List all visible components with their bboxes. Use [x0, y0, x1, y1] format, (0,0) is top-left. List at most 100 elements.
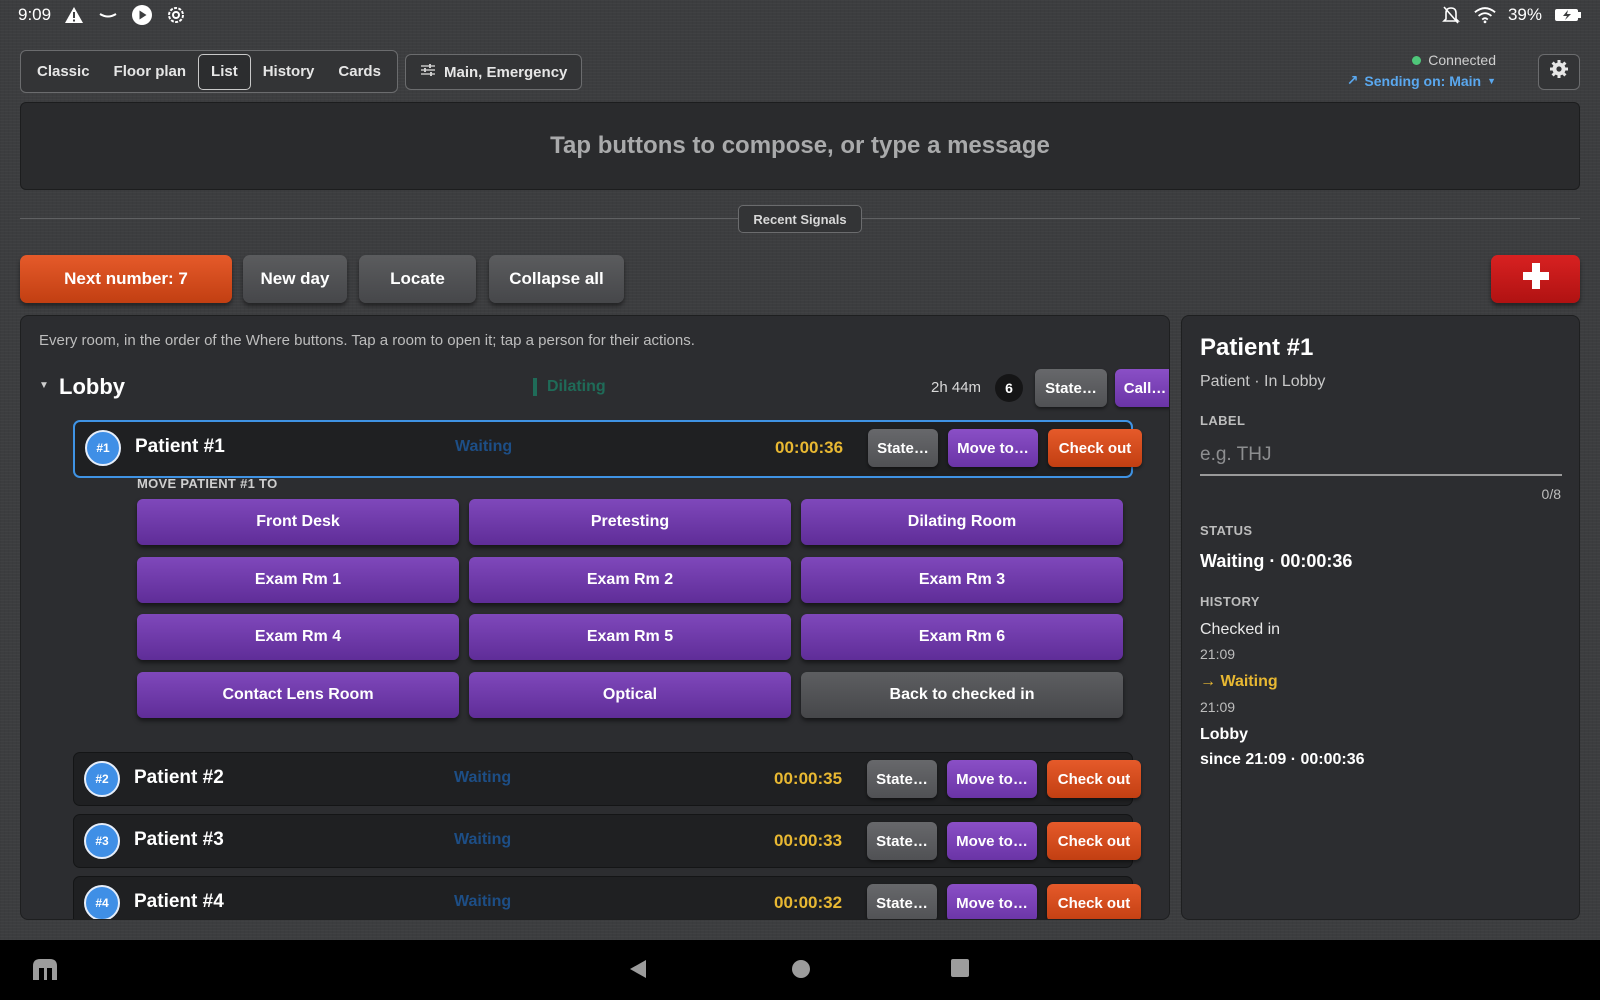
next-number-button[interactable]: Next number: 7 [20, 255, 232, 303]
room-name: Lobby [59, 374, 125, 399]
move-exam-rm-2-button[interactable]: Exam Rm 2 [469, 557, 791, 603]
connection-label: Connected [1428, 52, 1496, 68]
patient-row-1[interactable]: #1 Patient #1 Waiting 00:00:36 State… Mo… [73, 420, 1142, 478]
connected-dot-icon [1412, 55, 1422, 65]
connection-status: Connected ↗ Sending on: Main ▼ [1347, 52, 1496, 89]
patient-row-2[interactable]: #2 Patient #2 Waiting 00:00:35 State… Mo… [73, 752, 1141, 806]
move-exam-rm-3-button[interactable]: Exam Rm 3 [801, 557, 1123, 603]
tab-history[interactable]: History [251, 54, 327, 90]
tab-list[interactable]: List [198, 53, 251, 90]
patient-state: Waiting [454, 769, 512, 786]
move-exam-rm-5-button[interactable]: Exam Rm 5 [469, 614, 791, 660]
app-launcher-icon[interactable] [30, 956, 60, 987]
patient-row-3[interactable]: #3 Patient #3 Waiting 00:00:33 State… Mo… [73, 814, 1141, 868]
move-pretesting-button[interactable]: Pretesting [469, 499, 791, 545]
room-list-panel: Every room, in the order of the Where bu… [20, 315, 1170, 920]
room-call-button[interactable]: Call… [1115, 369, 1169, 407]
room-elapsed: 2h 44m [931, 379, 982, 396]
patient-timer: 00:00:35 [774, 769, 843, 788]
recent-signals-button[interactable]: Recent Signals [738, 205, 862, 233]
back-icon[interactable] [628, 958, 648, 985]
patient-detail-panel: Patient #1 Patient · In Lobby LABEL 0/8 … [1181, 315, 1580, 920]
patient-state-button[interactable]: State… [867, 760, 937, 798]
sending-label: Sending on: Main [1364, 72, 1482, 89]
patient-move-button[interactable]: Move to… [947, 760, 1037, 798]
room-header-lobby[interactable]: ▼ Lobby Dilating 2h 44m 6 State… Call… [39, 366, 1169, 410]
compose-area[interactable]: Tap buttons to compose, or type a messag… [20, 102, 1580, 190]
patient-name: Patient #2 [134, 767, 224, 788]
patient-move-button[interactable]: Move to… [947, 884, 1037, 919]
move-exam-rm-4-button[interactable]: Exam Rm 4 [137, 614, 459, 660]
label-input[interactable] [1200, 436, 1562, 476]
home-icon[interactable] [790, 958, 812, 985]
history-checked-in: Checked in [1200, 621, 1281, 638]
patient-timer: 00:00:32 [774, 893, 843, 912]
patient-state: Waiting [454, 831, 512, 848]
patient-number-badge: #3 [84, 823, 120, 859]
collapse-triangle-icon[interactable]: ▼ [39, 380, 49, 391]
battery-percent: 39% [1507, 5, 1542, 24]
warning-icon [63, 4, 85, 26]
navigation-bar [0, 940, 1600, 1000]
move-dilating-room-button[interactable]: Dilating Room [801, 499, 1123, 545]
tab-classic[interactable]: Classic [25, 54, 102, 90]
move-optical-button[interactable]: Optical [469, 672, 791, 718]
history-waiting-time: 21:09 [1200, 699, 1236, 715]
tab-cards[interactable]: Cards [326, 54, 393, 90]
patient-number-badge: #1 [85, 430, 121, 466]
patient-checkout-button[interactable]: Check out [1048, 429, 1142, 467]
patient-state-button[interactable]: State… [867, 822, 937, 860]
gear-icon [1549, 59, 1569, 85]
add-button[interactable] [1491, 255, 1580, 303]
tab-floor-plan[interactable]: Floor plan [102, 54, 199, 90]
room-state: Dilating [533, 378, 606, 396]
detail-subtitle: Patient · In Lobby [1200, 373, 1326, 390]
history-location: Lobby [1200, 726, 1248, 743]
room-state-button[interactable]: State… [1035, 369, 1107, 407]
patient-timer: 00:00:33 [774, 831, 843, 850]
move-label: MOVE PATIENT #1 TO [137, 476, 278, 491]
new-day-button[interactable]: New day [243, 255, 347, 303]
patient-state-button[interactable]: State… [867, 884, 937, 919]
patient-move-button[interactable]: Move to… [948, 429, 1038, 467]
plus-icon [1521, 258, 1551, 300]
list-hint: Every room, in the order of the Where bu… [39, 332, 695, 349]
locate-button[interactable]: Locate [359, 255, 476, 303]
patient-move-button[interactable]: Move to… [947, 822, 1037, 860]
history-waiting: → Waiting [1200, 673, 1278, 690]
label-heading: LABEL [1200, 413, 1246, 428]
battery-charging-icon [1554, 4, 1582, 26]
caret-down-icon: ▼ [1487, 75, 1496, 86]
sending-channel-selector[interactable]: ↗ Sending on: Main ▼ [1347, 72, 1496, 89]
room-count-badge: 6 [995, 374, 1023, 402]
move-front-desk-button[interactable]: Front Desk [137, 499, 459, 545]
channels-label: Main, Emergency [444, 63, 568, 81]
move-exam-rm-1-button[interactable]: Exam Rm 1 [137, 557, 459, 603]
dash-icon [97, 4, 119, 26]
move-exam-rm-6-button[interactable]: Exam Rm 6 [801, 614, 1123, 660]
patient-state: Waiting [455, 438, 513, 455]
recents-icon[interactable] [950, 958, 970, 983]
history-checked-in-time: 21:09 [1200, 646, 1236, 662]
status-bar: 9:09 39% [0, 0, 1600, 30]
patient-checkout-button[interactable]: Check out [1047, 760, 1141, 798]
play-icon [131, 4, 153, 26]
settings-icon [165, 4, 187, 26]
channels-button[interactable]: Main, Emergency [405, 54, 583, 90]
label-char-count: 0/8 [1541, 486, 1561, 502]
patient-checkout-button[interactable]: Check out [1047, 884, 1141, 919]
patient-timer: 00:00:36 [775, 438, 844, 457]
detail-title: Patient #1 [1200, 334, 1314, 361]
settings-button[interactable] [1538, 54, 1580, 90]
wifi-icon [1474, 4, 1496, 26]
back-to-checked-in-button[interactable]: Back to checked in [801, 672, 1123, 718]
status-time: 9:09 [18, 5, 52, 24]
notifications-off-icon [1440, 4, 1462, 26]
patient-state-button[interactable]: State… [868, 429, 938, 467]
arrow-up-right-icon: ↗ [1346, 72, 1359, 88]
collapse-all-button[interactable]: Collapse all [489, 255, 624, 303]
patient-state: Waiting [454, 893, 512, 910]
patient-checkout-button[interactable]: Check out [1047, 822, 1141, 860]
move-contact-lens-room-button[interactable]: Contact Lens Room [137, 672, 459, 718]
patient-row-4[interactable]: #4 Patient #4 Waiting 00:00:32 State… Mo… [73, 876, 1141, 919]
